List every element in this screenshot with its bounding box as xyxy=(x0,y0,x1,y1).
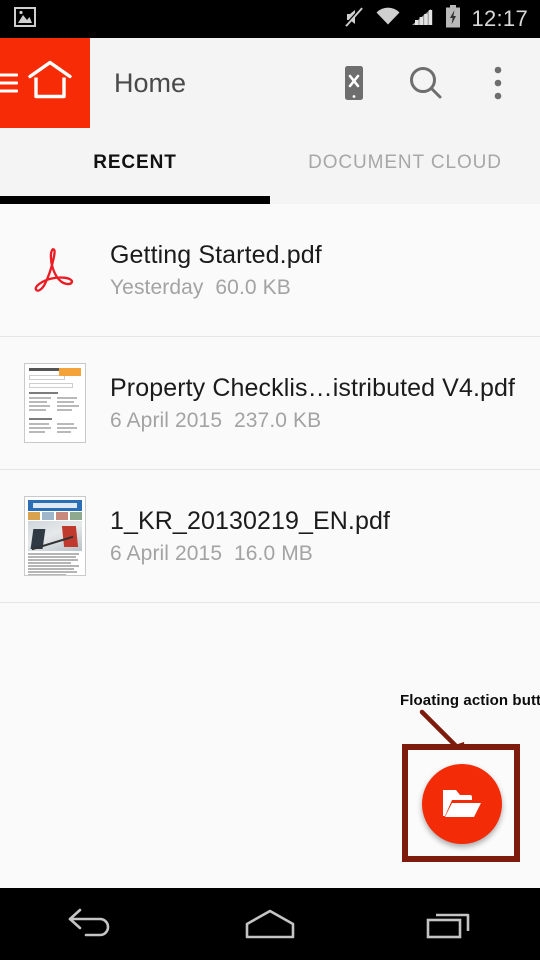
system-navigation-bar xyxy=(0,888,540,960)
list-item-text: Getting Started.pdf Yesterday 60.0 KB xyxy=(110,241,334,300)
adobe-pdf-logo xyxy=(0,242,110,298)
overflow-menu-icon[interactable] xyxy=(462,38,534,128)
home-icon[interactable] xyxy=(26,59,74,108)
file-meta: 6 April 2015 237.0 KB xyxy=(110,409,515,433)
newspaper-photo xyxy=(28,521,82,551)
search-icon[interactable] xyxy=(390,38,462,128)
list-item-text: 1_KR_20130219_EN.pdf 6 April 2015 16.0 M… xyxy=(110,507,402,566)
nav-drawer-home-button[interactable] xyxy=(0,38,90,128)
list-item[interactable]: Getting Started.pdf Yesterday 60.0 KB xyxy=(0,204,540,337)
newspaper-thumbnail xyxy=(0,496,110,576)
image-icon xyxy=(14,6,36,32)
tab-document-cloud[interactable]: DOCUMENT CLOUD xyxy=(270,128,540,204)
app-bar-actions xyxy=(318,38,540,128)
tab-indicator xyxy=(0,196,270,204)
file-date: 6 April 2015 xyxy=(110,541,223,565)
file-date: Yesterday xyxy=(110,275,204,299)
signal-icon xyxy=(411,7,435,32)
home-icon[interactable] xyxy=(210,888,330,960)
tab-document-cloud-label: DOCUMENT CLOUD xyxy=(308,152,502,173)
page-title: Home xyxy=(114,67,187,98)
floating-action-button[interactable] xyxy=(422,764,502,844)
battery-charging-icon xyxy=(445,4,461,34)
list-item-text: Property Checklis…istributed V4.pdf 6 Ap… xyxy=(110,374,527,433)
status-bar-clock: 12:17 xyxy=(471,6,528,31)
file-name: 1_KR_20130219_EN.pdf xyxy=(110,506,391,535)
thumbnail-header-block xyxy=(59,368,81,376)
file-size: 237.0 KB xyxy=(234,408,322,432)
tab-bar: RECENT DOCUMENT CLOUD xyxy=(0,128,540,204)
file-size: 60.0 KB xyxy=(215,275,291,299)
wifi-icon xyxy=(375,7,401,32)
newspaper-masthead xyxy=(28,500,82,511)
status-bar: 12:17 xyxy=(0,0,540,38)
status-bar-right: 12:17 xyxy=(343,4,540,34)
list-item[interactable]: Property Checklis…istributed V4.pdf 6 Ap… xyxy=(0,337,540,470)
back-icon[interactable] xyxy=(30,888,150,960)
tab-recent-label: RECENT xyxy=(93,152,177,173)
hamburger-icon[interactable] xyxy=(0,73,18,93)
phone-clear-icon[interactable] xyxy=(318,38,390,128)
file-date: 6 April 2015 xyxy=(110,408,223,432)
file-meta: Yesterday 60.0 KB xyxy=(110,276,322,300)
file-name: Getting Started.pdf xyxy=(110,240,322,269)
fab-annotation: Floating action button xyxy=(398,692,540,892)
list-item[interactable]: 1_KR_20130219_EN.pdf 6 April 2015 16.0 M… xyxy=(0,470,540,603)
status-bar-left xyxy=(0,6,36,32)
tab-recent[interactable]: RECENT xyxy=(0,128,270,204)
mute-icon xyxy=(343,5,365,33)
file-name: Property Checklis…istributed V4.pdf xyxy=(110,373,516,402)
file-size: 16.0 MB xyxy=(234,541,313,565)
open-folder-icon xyxy=(443,790,481,817)
app-bar: Home xyxy=(0,38,540,128)
document-thumbnail xyxy=(0,363,110,443)
recents-icon[interactable] xyxy=(390,888,510,960)
file-meta: 6 April 2015 16.0 MB xyxy=(110,542,390,566)
